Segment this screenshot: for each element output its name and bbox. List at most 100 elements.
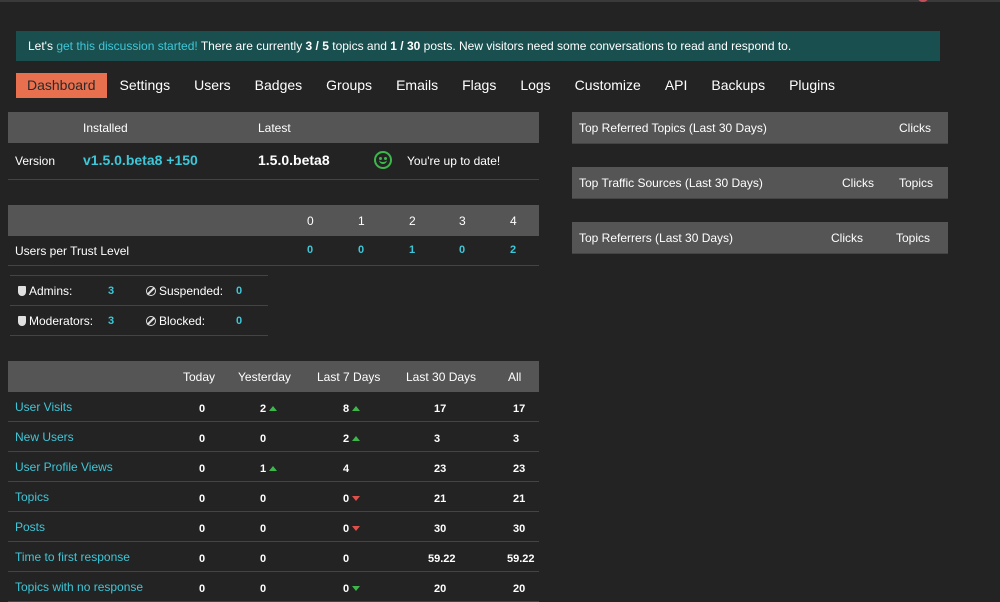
stat-yesterday-cell: 0 <box>260 491 300 505</box>
tab-badges[interactable]: Badges <box>244 73 313 98</box>
divider <box>572 198 948 199</box>
tab-backups[interactable]: Backups <box>700 73 776 98</box>
stat-week-value: 0 <box>343 553 350 565</box>
moderators-label: Moderators: <box>29 314 94 328</box>
stat-yesterday-value: 0 <box>260 553 267 565</box>
smile-icon <box>374 151 392 169</box>
yesterday-header: Yesterday <box>238 370 291 384</box>
blocked-stat: Blocked: <box>146 314 205 328</box>
divider <box>10 275 268 276</box>
stat-month-value: 30 <box>434 523 447 535</box>
notice-part2: topics and <box>328 39 391 53</box>
blocked-label: Blocked: <box>159 314 206 328</box>
trust-level-1-count[interactable]: 0 <box>358 244 364 256</box>
trust-level-3-count[interactable]: 0 <box>459 244 465 256</box>
stat-today-value: 0 <box>199 433 206 445</box>
moderators-stat: Moderators: <box>18 314 93 328</box>
stat-today-cell: 0 <box>199 551 239 565</box>
stat-month-cell: 17 <box>434 401 474 415</box>
stat-month-value: 59.22 <box>428 553 456 565</box>
version-row: Version v1.5.0.beta8 +150 1.5.0.beta8 Yo… <box>8 143 539 179</box>
divider <box>10 335 268 336</box>
stat-all-value: 30 <box>513 523 526 535</box>
tab-dashboard[interactable]: Dashboard <box>16 73 107 98</box>
admins-stat: Admins: <box>18 284 72 298</box>
trust-row: Users per Trust Level 0 0 1 0 2 <box>8 236 539 265</box>
admins-count[interactable]: 3 <box>108 285 114 297</box>
stat-yesterday-cell: 0 <box>260 431 300 445</box>
stat-row-label[interactable]: User Visits <box>15 400 72 414</box>
stat-yesterday-value: 0 <box>260 493 267 505</box>
stat-all-value: 3 <box>513 433 520 445</box>
stat-yesterday-value: 0 <box>260 583 267 595</box>
latest-header: Latest <box>258 121 291 135</box>
stat-month-cell: 30 <box>434 521 474 535</box>
trend-up-icon <box>269 466 278 471</box>
tab-settings[interactable]: Settings <box>109 73 182 98</box>
table-row: New Users 0 0 2 3 3 <box>8 422 539 452</box>
stat-yesterday-cell: 0 <box>260 551 300 565</box>
trust-level-0-header: 0 <box>307 214 314 228</box>
moderators-count[interactable]: 3 <box>108 315 114 327</box>
stat-row-label[interactable]: Posts <box>15 520 45 534</box>
notice-topics-count: 3 / 5 <box>305 39 329 53</box>
stat-yesterday-value: 0 <box>260 433 267 445</box>
table-row: Time to first response 0 0 0 59.22 59.22 <box>8 542 539 572</box>
version-table-header: Installed Latest <box>8 112 539 143</box>
tab-groups[interactable]: Groups <box>315 73 383 98</box>
all-header: All <box>508 370 522 384</box>
stat-all-cell: 23 <box>513 461 553 475</box>
trend-down-icon <box>352 586 361 591</box>
trend-down-icon <box>352 496 361 501</box>
stat-today-value: 0 <box>199 493 206 505</box>
installed-version-link[interactable]: v1.5.0.beta8 +150 <box>83 152 198 168</box>
stat-week-cell: 8 <box>343 401 383 415</box>
trust-level-2-header: 2 <box>409 214 416 228</box>
tab-customize[interactable]: Customize <box>564 73 652 98</box>
stat-row-label[interactable]: User Profile Views <box>15 460 113 474</box>
stat-all-value: 21 <box>513 493 526 505</box>
tab-plugins[interactable]: Plugins <box>778 73 846 98</box>
notice-posts-count: 1 / 30 <box>390 39 421 53</box>
tab-users[interactable]: Users <box>183 73 242 98</box>
trend-down-icon <box>352 526 361 531</box>
tab-emails[interactable]: Emails <box>385 73 449 98</box>
tab-flags[interactable]: Flags <box>451 73 507 98</box>
get-discussion-started-link[interactable]: get this discussion started! <box>56 39 197 53</box>
stat-today-value: 0 <box>199 403 206 415</box>
stat-week-cell: 0 <box>343 521 383 535</box>
table-row: Topics with no response 0 0 0 20 20 <box>8 572 539 602</box>
stat-week-value: 4 <box>343 463 350 475</box>
stat-today-cell: 0 <box>199 581 239 595</box>
stat-month-value: 20 <box>434 583 447 595</box>
referred-clicks-header: Clicks <box>899 121 931 135</box>
admins-label: Admins: <box>29 284 73 298</box>
stat-row-label[interactable]: Topics <box>15 490 49 504</box>
trust-level-4-count[interactable]: 2 <box>510 244 516 256</box>
top-border <box>0 0 1000 2</box>
stat-week-cell: 0 <box>343 581 383 595</box>
stat-row-label[interactable]: New Users <box>15 430 74 444</box>
stat-all-cell: 20 <box>513 581 553 595</box>
stat-today-value: 0 <box>199 523 206 535</box>
tab-api[interactable]: API <box>654 73 699 98</box>
suspended-stat: Suspended: <box>146 284 223 298</box>
stat-month-value: 3 <box>434 433 441 445</box>
trend-up-icon <box>352 436 361 441</box>
shield-icon <box>18 286 26 296</box>
blocked-count[interactable]: 0 <box>236 315 242 327</box>
tab-logs[interactable]: Logs <box>509 73 561 98</box>
top-referrers-title: Top Referrers (Last 30 Days) <box>579 231 734 245</box>
top-traffic-sources-title: Top Traffic Sources (Last 30 Days) <box>579 176 763 190</box>
top-referred-topics-header: Top Referred Topics (Last 30 Days) Click… <box>572 112 948 143</box>
stat-week-cell: 0 <box>343 551 383 565</box>
stat-row-label[interactable]: Time to first response <box>15 550 130 564</box>
stat-today-value: 0 <box>199 463 206 475</box>
stat-row-label[interactable]: Topics with no response <box>15 580 143 594</box>
stat-today-value: 0 <box>199 553 206 565</box>
suspended-count[interactable]: 0 <box>236 285 242 297</box>
trust-level-0-count[interactable]: 0 <box>307 244 313 256</box>
stat-month-cell: 59.22 <box>428 551 468 565</box>
referrers-topics-header: Topics <box>896 231 931 245</box>
trust-level-2-count[interactable]: 1 <box>409 244 415 256</box>
